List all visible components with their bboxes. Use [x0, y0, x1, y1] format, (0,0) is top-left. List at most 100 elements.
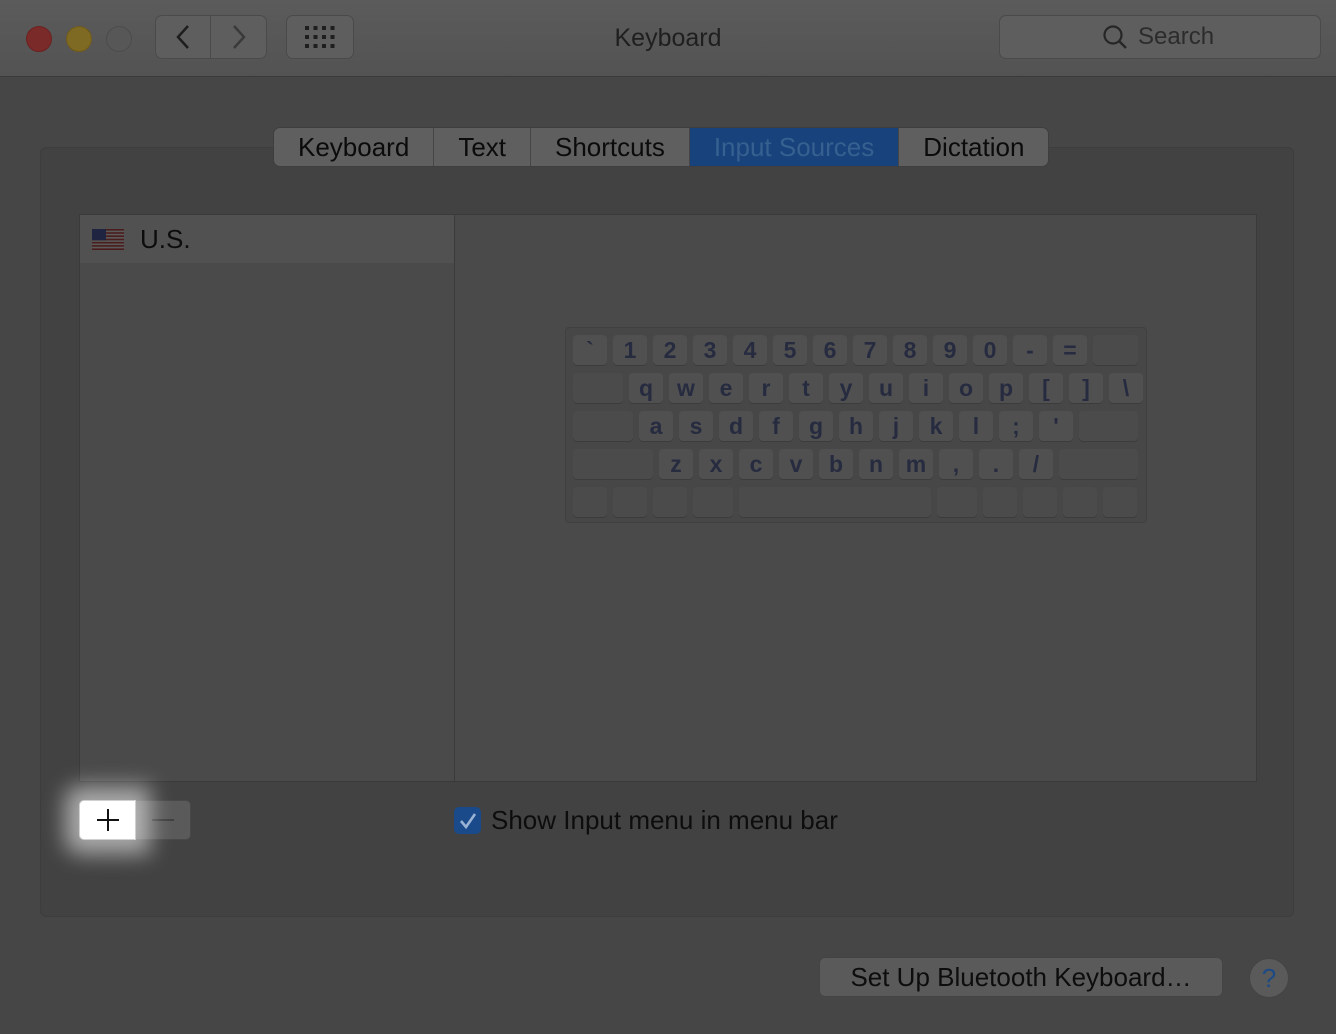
keyboard-key: ,: [939, 449, 973, 479]
list-item-label: U.S.: [140, 223, 191, 254]
chevron-right-icon: [232, 25, 246, 49]
keyboard-key-blank: [693, 487, 733, 517]
tab-keyboard[interactable]: Keyboard: [274, 128, 435, 166]
window-title: Keyboard: [614, 24, 722, 52]
keyboard-key: j: [879, 411, 913, 441]
keyboard-key: 1: [613, 335, 647, 365]
grid-icon: [305, 26, 335, 48]
show-all-button[interactable]: [286, 15, 354, 59]
keyboard-key: 4: [733, 335, 767, 365]
keyboard-key: 3: [693, 335, 727, 365]
keyboard-key: i: [909, 373, 943, 403]
help-button[interactable]: ?: [1249, 958, 1289, 998]
tab-shortcuts[interactable]: Shortcuts: [531, 128, 690, 166]
chevron-left-icon: [176, 25, 189, 49]
keyboard-key: o: [949, 373, 983, 403]
keyboard-key: g: [799, 411, 833, 441]
keyboard-key: ': [1039, 411, 1073, 441]
keyboard-key: s: [679, 411, 713, 441]
keyboard-key: q: [629, 373, 663, 403]
title-bar: Keyboard: [0, 0, 1336, 77]
show-input-menu-checkbox[interactable]: [454, 807, 481, 834]
keyboard-key: [: [1029, 373, 1063, 403]
keyboard-key: x: [699, 449, 733, 479]
tab-input-sources[interactable]: Input Sources: [689, 128, 900, 166]
keyboard-key: p: [989, 373, 1023, 403]
remove-input-source-button[interactable]: [136, 800, 191, 840]
keyboard-key-blank: [573, 373, 623, 403]
keyboard-key: \: [1109, 373, 1143, 403]
keyboard-key-blank: [653, 487, 687, 517]
keyboard-key-blank: [1063, 487, 1097, 517]
tab-input-sources-label: Input Sources: [713, 132, 875, 162]
search-icon: [1102, 24, 1128, 50]
setup-bluetooth-keyboard-button[interactable]: Set Up Bluetooth Keyboard…: [819, 957, 1223, 997]
keyboard-key: 6: [813, 335, 847, 365]
keyboard-key: v: [779, 449, 813, 479]
list-item-us[interactable]: U.S.: [80, 215, 454, 263]
keyboard-key: w: [669, 373, 703, 403]
keyboard-key-blank: [937, 487, 977, 517]
zoom-window-button[interactable]: [106, 26, 132, 52]
us-flag-icon: [92, 228, 124, 250]
keyboard-key-blank: [1093, 335, 1138, 365]
keyboard-key-blank: [613, 487, 647, 517]
show-input-menu-label: Show Input menu in menu bar: [491, 805, 838, 835]
keyboard-key: k: [919, 411, 953, 441]
keyboard-key: 8: [893, 335, 927, 365]
keyboard-key: 5: [773, 335, 807, 365]
keyboard-key: =: [1053, 335, 1087, 365]
keyboard-key: .: [979, 449, 1013, 479]
keyboard-key-blank: [1079, 411, 1138, 441]
add-input-source-button[interactable]: [79, 800, 136, 840]
minus-icon: [152, 819, 174, 821]
keyboard-key: 2: [653, 335, 687, 365]
input-sources-list[interactable]: U.S.: [79, 214, 455, 782]
back-button[interactable]: [155, 15, 211, 59]
keyboard-key: y: [829, 373, 863, 403]
keyboard-key: t: [789, 373, 823, 403]
keyboard-key-blank: [1103, 487, 1137, 517]
keyboard-key: n: [859, 449, 893, 479]
keyboard-key-blank: [739, 487, 931, 517]
keyboard-key-blank: [1023, 487, 1057, 517]
minimize-window-button[interactable]: [66, 26, 92, 52]
tab-text[interactable]: Text: [434, 128, 531, 166]
keyboard-key: d: [719, 411, 753, 441]
forward-button[interactable]: [211, 15, 267, 59]
show-input-menu-option[interactable]: Show Input menu in menu bar: [454, 805, 838, 836]
keyboard-key: h: [839, 411, 873, 441]
keyboard-key: l: [959, 411, 993, 441]
keyboard-key: -: [1013, 335, 1047, 365]
add-remove-control: [79, 800, 191, 840]
keyboard-key: ;: [999, 411, 1033, 441]
keyboard-key-blank: [573, 411, 633, 441]
keyboard-key: ]: [1069, 373, 1103, 403]
keyboard-key: 0: [973, 335, 1007, 365]
keyboard-key: a: [639, 411, 673, 441]
keyboard-key-blank: [1059, 449, 1138, 479]
plus-icon: [96, 809, 119, 831]
keyboard-key: u: [869, 373, 903, 403]
keyboard-key-blank: [983, 487, 1017, 517]
keyboard-key: `: [573, 335, 607, 365]
close-window-button[interactable]: [26, 26, 52, 52]
keyboard-key: e: [709, 373, 743, 403]
keyboard-key: f: [759, 411, 793, 441]
keyboard-key: m: [899, 449, 933, 479]
keyboard-key: /: [1019, 449, 1053, 479]
keyboard-key: b: [819, 449, 853, 479]
keyboard-key: 7: [853, 335, 887, 365]
search-field[interactable]: [999, 15, 1321, 59]
checkmark-icon: [459, 812, 476, 829]
keyboard-key-blank: [573, 487, 607, 517]
tab-bar: Keyboard Text Shortcuts Input Sources Di…: [273, 127, 1050, 167]
keyboard-key: c: [739, 449, 773, 479]
keyboard-key: r: [749, 373, 783, 403]
keyboard-key: 9: [933, 335, 967, 365]
tab-dictation[interactable]: Dictation: [899, 128, 1048, 166]
search-input[interactable]: [1138, 23, 1218, 51]
keyboard-key-blank: [573, 449, 653, 479]
keyboard-layout-preview: ` 1 2 3 4 5 6 7 8 9 0- = q w e r t y u i o p[] \ a s d f g h j k l; ' z x c…: [565, 327, 1147, 523]
keyboard-key: z: [659, 449, 693, 479]
